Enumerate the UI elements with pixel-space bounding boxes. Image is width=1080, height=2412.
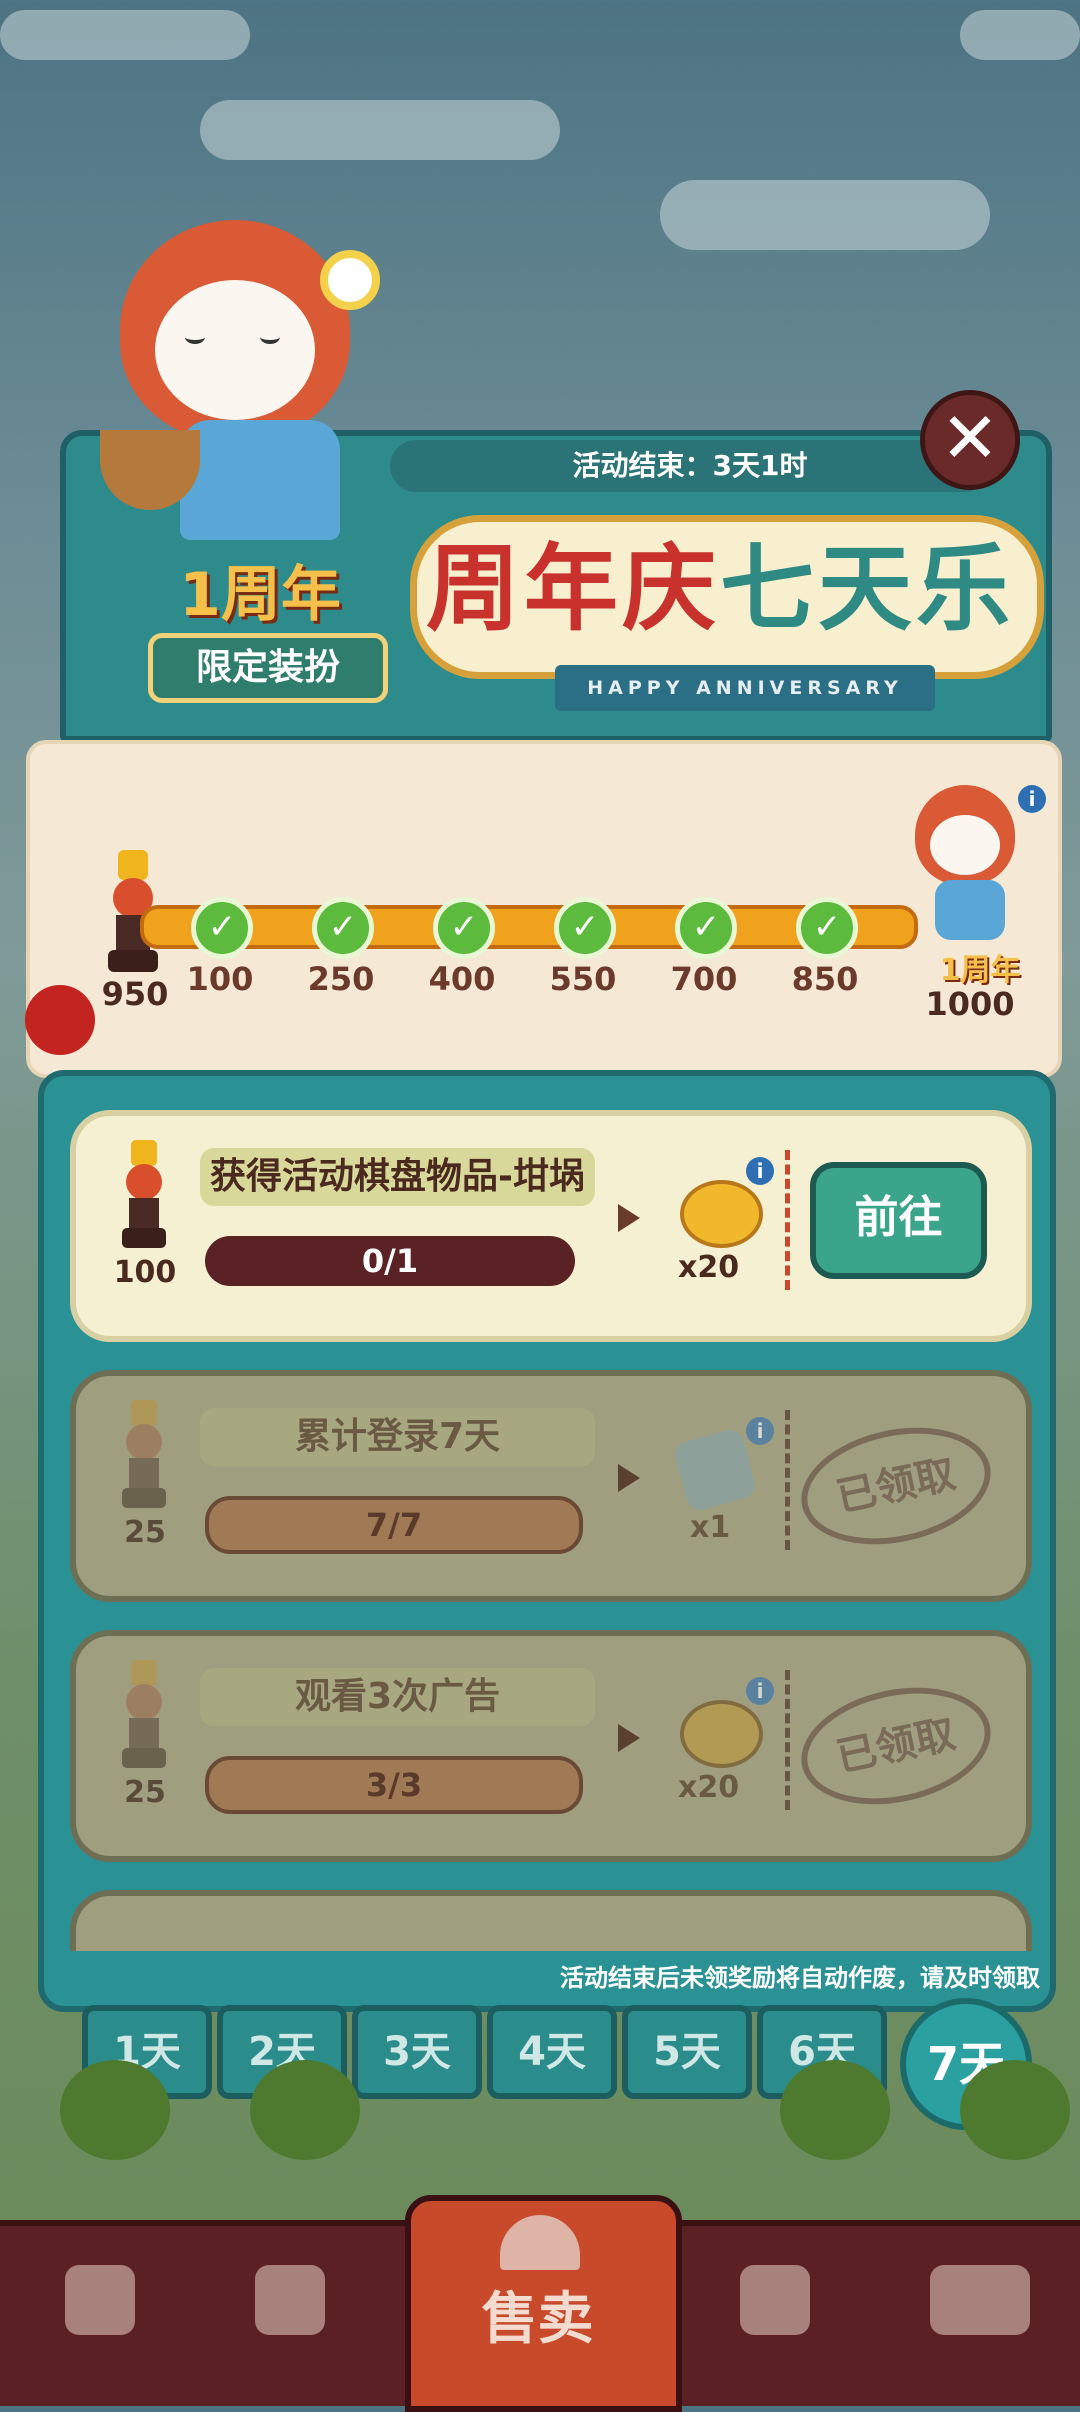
expiry-notice: 活动结束后未领奖励将自动作废，请及时领取 [560,1964,1040,1992]
final-reward-badge: 1周年 [939,953,1021,988]
tab-day-4[interactable]: 4天 [487,2005,617,2099]
milestone-check-icon: ✓ [433,897,495,959]
mascot-cat-illustration [100,220,420,550]
chess-king-icon [122,1400,166,1510]
arrow-right-icon [618,1464,640,1492]
event-title-part2: 七天乐 [720,535,1015,644]
task-progress: 0/1 [205,1236,575,1286]
reward-quantity: x20 [678,1770,740,1805]
tree-decoration [60,2060,170,2160]
tree-decoration [780,2060,890,2160]
milestone-label: 250 [307,960,375,998]
tree-decoration [250,2060,360,2160]
task-card-partial [70,1890,1032,1951]
info-icon[interactable]: i [746,1677,774,1705]
divider [785,1150,790,1290]
chess-king-icon [122,1660,166,1770]
anniversary-badge-text: 1周年 [179,560,341,630]
milestone-label: 400 [428,960,496,998]
task-progress: 3/3 [205,1756,583,1814]
hands-icon[interactable] [255,2265,325,2335]
info-icon[interactable]: i [746,1157,774,1185]
task-points: 25 [124,1515,166,1550]
paw-coin-icon [680,1700,763,1768]
event-countdown: 活动结束：3天1时 [390,440,990,492]
milestone-check-icon: ✓ [796,897,858,959]
cloud [960,10,1080,60]
reward-quantity: x1 [690,1510,731,1545]
final-goal-points: 1000 [925,985,1015,1023]
milestone-check-icon: ✓ [675,897,737,959]
divider [785,1410,790,1550]
task-points: 100 [113,1255,177,1290]
cloud [660,180,990,250]
arrow-right-icon [618,1724,640,1752]
event-title-part1: 周年庆 [425,535,720,644]
milestone-label: 700 [670,960,738,998]
cloud [200,100,560,160]
cloud [0,10,250,60]
task-title: 获得活动棋盘物品-坩埚 [200,1148,595,1206]
tab-day-3[interactable]: 3天 [352,2005,482,2099]
milestone-label: 100 [186,960,254,998]
milestone-label: 850 [791,960,859,998]
reward-quantity: x20 [678,1250,740,1285]
bus-icon[interactable] [930,2265,1030,2335]
event-subtitle: HAPPY ANNIVERSARY [555,665,935,711]
limited-outfit-tag: 限定装扮 [148,633,388,703]
nav-sell-label: 售卖 [481,2287,594,2352]
arrow-right-icon [618,1204,640,1232]
tree-decoration [960,2060,1070,2160]
task-progress: 7/7 [205,1496,583,1554]
info-icon[interactable]: i [746,1417,774,1445]
current-points: 950 [101,975,169,1013]
paw-coin-icon [680,1180,763,1248]
milestone-check-icon: ✓ [312,897,374,959]
milestone-check-icon: ✓ [554,897,616,959]
divider [785,1670,790,1810]
bag-icon[interactable] [65,2265,135,2335]
map-pin-icon[interactable] [740,2265,810,2335]
chess-king-icon [122,1140,166,1250]
go-button[interactable]: 前往 [810,1162,987,1279]
close-icon[interactable]: ✕ [920,390,1020,490]
task-points: 25 [124,1775,166,1810]
milestone-check-icon: ✓ [191,897,253,959]
rose-decoration [25,985,95,1055]
tab-day-5[interactable]: 5天 [622,2005,752,2099]
task-title: 观看3次广告 [200,1668,595,1726]
task-title: 累计登录7天 [200,1408,595,1466]
milestone-label: 550 [549,960,617,998]
event-title: 周年庆七天乐 [420,535,1020,645]
